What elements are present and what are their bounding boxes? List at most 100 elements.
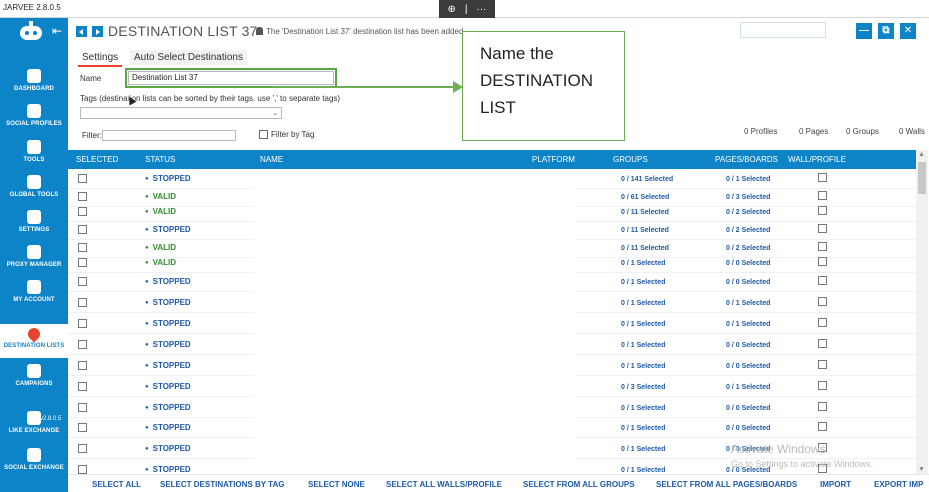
groups-selected-link[interactable]: 0 / 11 Selected	[621, 245, 669, 252]
filter-by-tag-checkbox[interactable]	[259, 130, 268, 139]
sidebar-item-campaigns[interactable]: CAMPAIGNS	[0, 362, 68, 396]
groups-selected-link[interactable]: 0 / 1 Selected	[621, 405, 665, 412]
wall-profile-checkbox[interactable]	[818, 276, 827, 285]
scroll-thumb[interactable]	[918, 162, 926, 194]
row-select-checkbox[interactable]	[78, 444, 87, 453]
pages-selected-link[interactable]: 0 / 0 Selected	[726, 425, 770, 432]
back-icon[interactable]	[76, 26, 87, 37]
select-all-groups-button[interactable]: SELECT FROM ALL GROUPS	[523, 480, 635, 489]
select-by-tag-button[interactable]: SELECT DESTINATIONS BY TAG	[160, 480, 284, 489]
groups-selected-link[interactable]: 0 / 11 Selected	[621, 209, 669, 216]
col-name[interactable]: NAME	[260, 155, 283, 164]
sidebar-item-social-profiles[interactable]: SOCIAL PROFILES	[0, 102, 68, 136]
scroll-up-icon[interactable]: ▲	[918, 151, 925, 158]
sidebar-item-social-exchange[interactable]: SOCIAL EXCHANGE	[0, 446, 68, 480]
wall-profile-checkbox[interactable]	[818, 242, 827, 251]
col-wall[interactable]: WALL/PROFILE	[788, 155, 846, 164]
select-all-walls-button[interactable]: SELECT ALL WALLS/PROFILE	[386, 480, 502, 489]
sidebar-item-tools[interactable]: TOOLS	[0, 138, 68, 172]
export-button[interactable]: EXPORT IMP	[874, 480, 923, 489]
wall-profile-checkbox[interactable]	[818, 206, 827, 215]
minimize-button[interactable]: —	[856, 23, 872, 39]
col-groups[interactable]: GROUPS	[613, 155, 648, 164]
row-select-checkbox[interactable]	[78, 207, 87, 216]
pages-selected-link[interactable]: 0 / 1 Selected	[726, 384, 770, 391]
pages-selected-link[interactable]: 0 / 0 Selected	[726, 260, 770, 267]
groups-selected-link[interactable]: 0 / 1 Selected	[621, 425, 665, 432]
sidebar-item-like-exchange[interactable]: LIKE EXCHANGE	[0, 409, 68, 443]
wall-profile-checkbox[interactable]	[818, 297, 827, 306]
import-button[interactable]: IMPORT	[820, 480, 851, 489]
tab-settings[interactable]: Settings	[78, 50, 123, 67]
select-all-button[interactable]: SELECT ALL	[92, 480, 141, 489]
zoom-icon[interactable]: ⊕	[448, 4, 456, 15]
row-select-checkbox[interactable]	[78, 340, 87, 349]
select-none-button[interactable]: SELECT NONE	[308, 480, 365, 489]
sidebar-item-settings[interactable]: SETTINGS	[0, 208, 68, 242]
wall-profile-checkbox[interactable]	[818, 339, 827, 348]
groups-selected-link[interactable]: 0 / 1 Selected	[621, 342, 665, 349]
wall-profile-checkbox[interactable]	[818, 402, 827, 411]
col-selected[interactable]: SELECTED	[76, 155, 118, 164]
pages-selected-link[interactable]: 0 / 1 Selected	[726, 176, 770, 183]
row-select-checkbox[interactable]	[78, 298, 87, 307]
groups-selected-link[interactable]: 0 / 1 Selected	[621, 300, 665, 307]
sidebar-item-my-account[interactable]: MY ACCOUNT	[0, 278, 68, 312]
pages-selected-link[interactable]: 0 / 3 Selected	[726, 194, 770, 201]
row-select-checkbox[interactable]	[78, 361, 87, 370]
pages-selected-link[interactable]: 0 / 2 Selected	[726, 209, 770, 216]
wall-profile-checkbox[interactable]	[818, 318, 827, 327]
row-select-checkbox[interactable]	[78, 192, 87, 201]
pages-selected-link[interactable]: 0 / 1 Selected	[726, 321, 770, 328]
groups-selected-link[interactable]: 0 / 3 Selected	[621, 384, 665, 391]
pages-selected-link[interactable]: 0 / 2 Selected	[726, 245, 770, 252]
pages-selected-link[interactable]: 0 / 0 Selected	[726, 405, 770, 412]
row-select-checkbox[interactable]	[78, 423, 87, 432]
col-pages[interactable]: PAGES/BOARDS	[715, 155, 778, 164]
forward-icon[interactable]	[92, 26, 103, 37]
sidebar-item-proxy-manager[interactable]: PROXY MANAGER	[0, 243, 68, 277]
groups-selected-link[interactable]: 0 / 1 Selected	[621, 446, 665, 453]
row-select-checkbox[interactable]	[78, 403, 87, 412]
groups-selected-link[interactable]: 0 / 11 Selected	[621, 227, 669, 234]
col-platform[interactable]: PLATFORM	[532, 155, 575, 164]
row-select-checkbox[interactable]	[78, 382, 87, 391]
row-select-checkbox[interactable]	[78, 258, 87, 267]
more-icon[interactable]: ···	[477, 4, 487, 15]
maximize-button[interactable]: ⧉	[878, 23, 894, 39]
filter-input[interactable]	[102, 130, 236, 141]
row-select-checkbox[interactable]	[78, 243, 87, 252]
select-all-pages-button[interactable]: SELECT FROM ALL PAGES/BOARDS	[656, 480, 797, 489]
pages-selected-link[interactable]: 0 / 0 Selected	[726, 342, 770, 349]
table-scrollbar[interactable]: ▲ ▼	[916, 150, 928, 474]
wall-profile-checkbox[interactable]	[818, 257, 827, 266]
groups-selected-link[interactable]: 0 / 1 Selected	[621, 260, 665, 267]
groups-selected-link[interactable]: 0 / 61 Selected	[621, 194, 669, 201]
row-select-checkbox[interactable]	[78, 174, 87, 183]
row-select-checkbox[interactable]	[78, 225, 87, 234]
wall-profile-checkbox[interactable]	[818, 381, 827, 390]
sidebar-item-global-tools[interactable]: GLOBAL TOOLS	[0, 173, 68, 207]
header-search-input[interactable]	[740, 22, 826, 38]
pages-selected-link[interactable]: 0 / 2 Selected	[726, 227, 770, 234]
groups-selected-link[interactable]: 0 / 1 Selected	[621, 363, 665, 370]
wall-profile-checkbox[interactable]	[818, 422, 827, 431]
tab-auto-select[interactable]: Auto Select Destinations	[130, 50, 247, 65]
wall-profile-checkbox[interactable]	[818, 224, 827, 233]
col-status[interactable]: STATUS	[145, 155, 175, 164]
row-select-checkbox[interactable]	[78, 277, 87, 286]
wall-profile-checkbox[interactable]	[818, 191, 827, 200]
scroll-down-icon[interactable]: ▼	[918, 466, 925, 473]
wall-profile-checkbox[interactable]	[818, 173, 827, 182]
groups-selected-link[interactable]: 0 / 1 Selected	[621, 279, 665, 286]
name-input[interactable]: Destination List 37	[128, 71, 334, 85]
pages-selected-link[interactable]: 0 / 0 Selected	[726, 363, 770, 370]
groups-selected-link[interactable]: 0 / 1 Selected	[621, 321, 665, 328]
row-select-checkbox[interactable]	[78, 319, 87, 328]
sidebar-item-dashboard[interactable]: DASHBOARD	[0, 67, 68, 101]
sidebar-item-destination-lists[interactable]: DESTINATION LISTS	[0, 324, 68, 358]
groups-selected-link[interactable]: 0 / 1 Selected	[621, 467, 665, 474]
tags-combobox[interactable]: ⌄	[80, 107, 282, 119]
wall-profile-checkbox[interactable]	[818, 360, 827, 369]
groups-selected-link[interactable]: 0 / 141 Selected	[621, 176, 673, 183]
